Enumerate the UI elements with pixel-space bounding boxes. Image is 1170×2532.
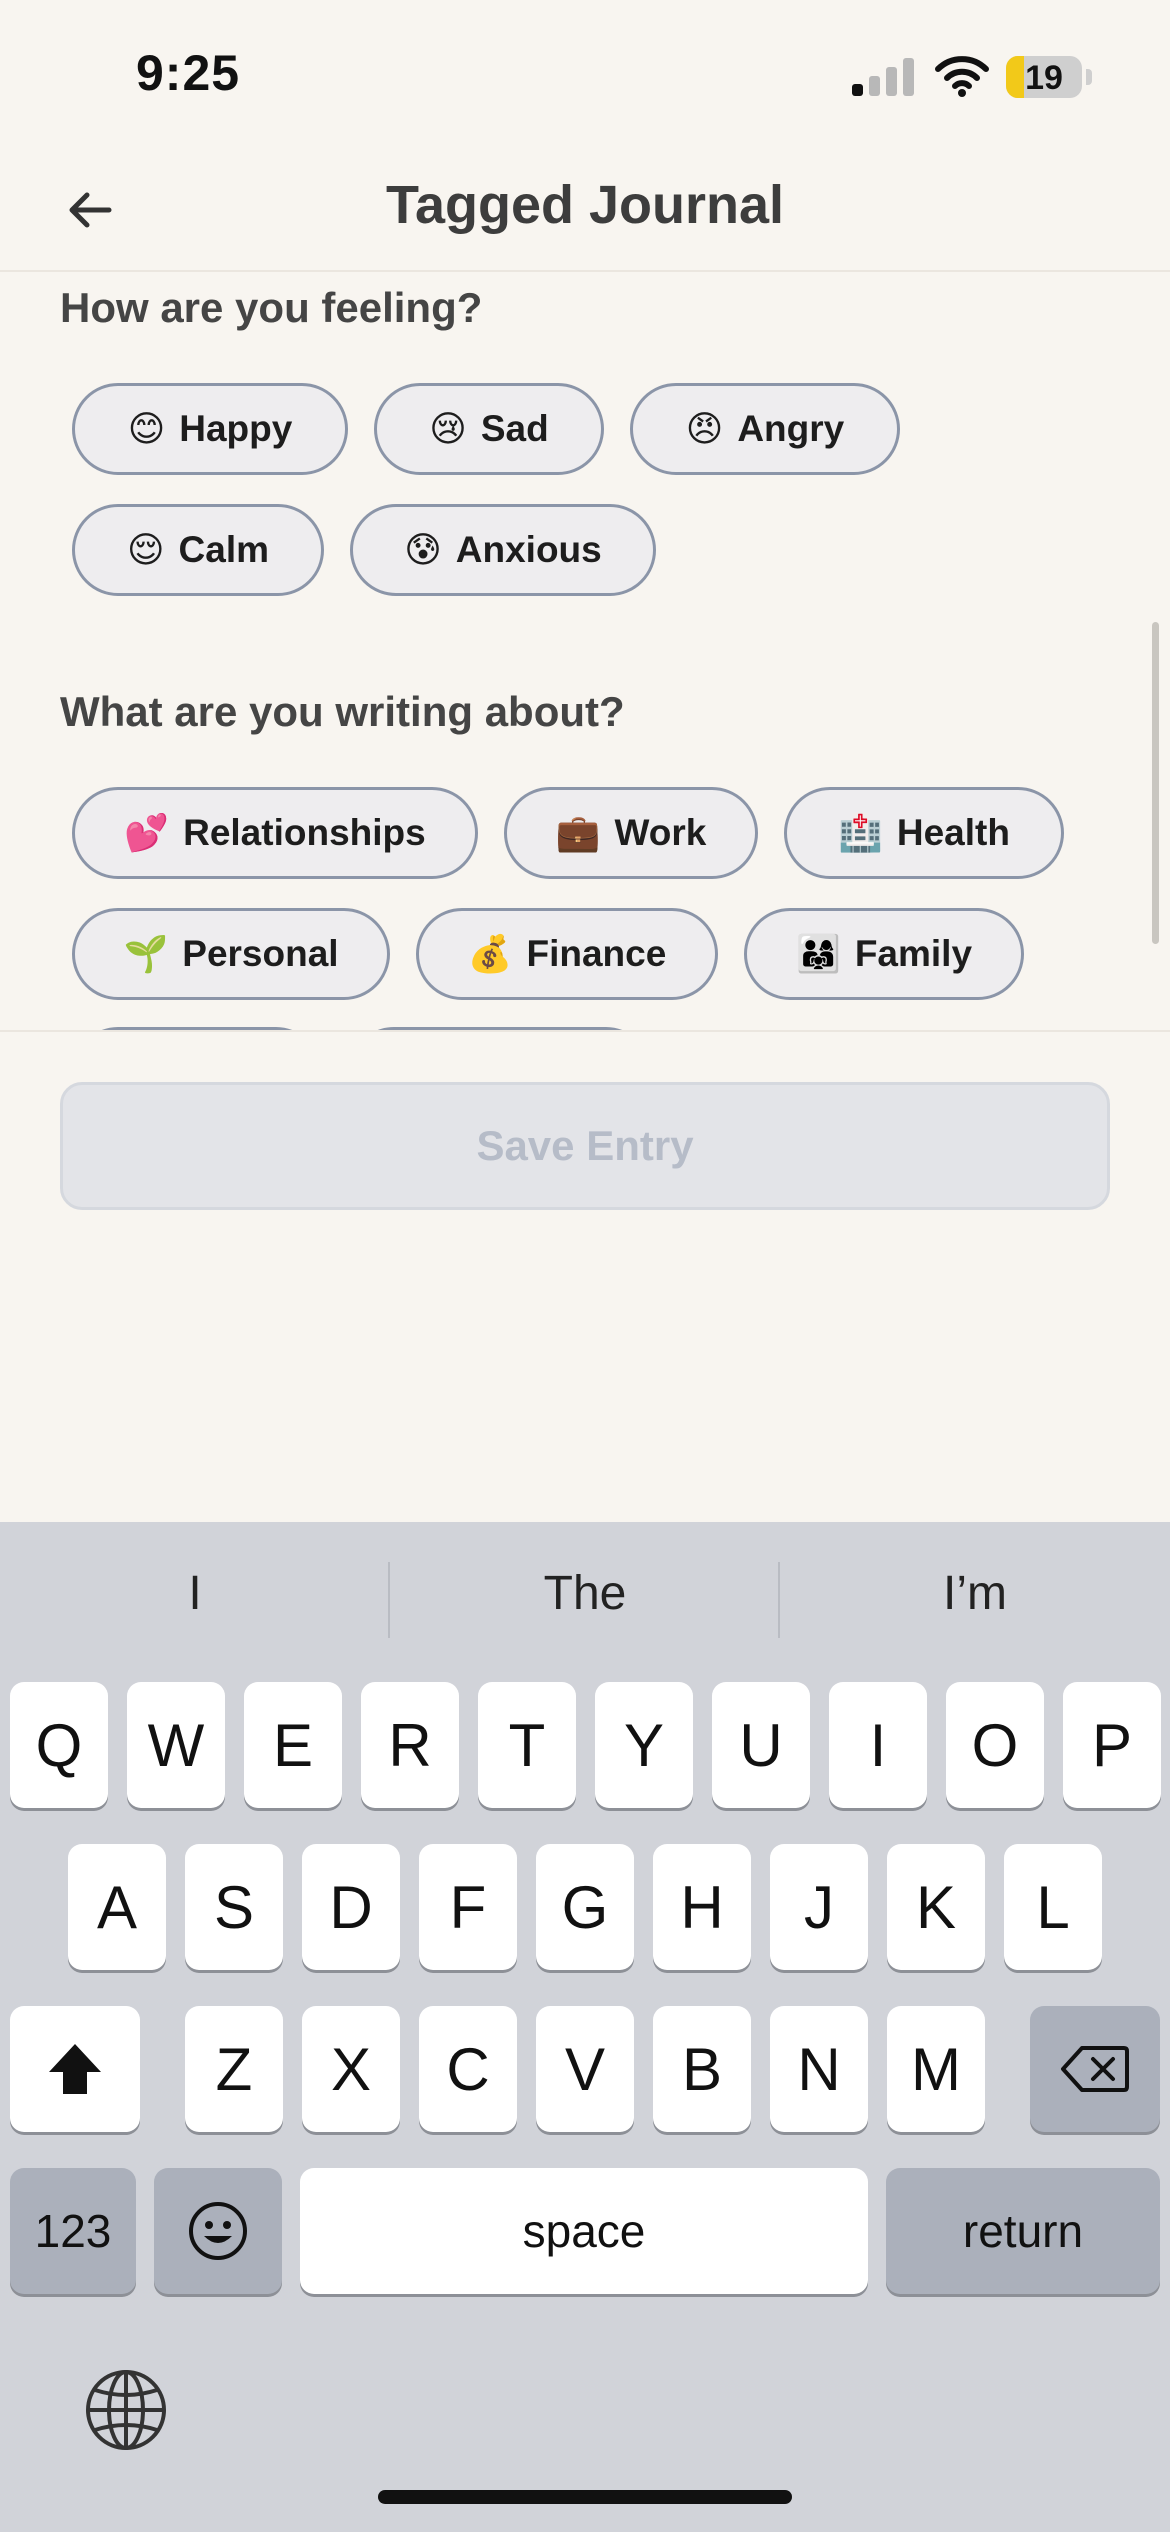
key-x[interactable]: X bbox=[302, 2006, 400, 2132]
shift-icon bbox=[49, 2044, 101, 2094]
chip-family[interactable]: 👨‍👩‍👧 Family bbox=[744, 908, 1024, 1000]
emoji-icon bbox=[189, 2202, 247, 2260]
chip-relationships[interactable]: 💕 Relationships bbox=[72, 787, 478, 879]
globe-icon bbox=[86, 2370, 166, 2450]
chip-anxious[interactable]: 😰 Anxious bbox=[350, 504, 656, 596]
family-emoji-icon: 👨‍👩‍👧 bbox=[795, 933, 841, 974]
return-key[interactable]: return bbox=[886, 2168, 1160, 2294]
sad-emoji-icon: 😢 bbox=[429, 408, 467, 449]
key-s[interactable]: S bbox=[185, 1844, 283, 1970]
chip-label: Calm bbox=[178, 529, 269, 570]
chip-label: Health bbox=[896, 812, 1010, 853]
chip-health[interactable]: 🏥 Health bbox=[784, 787, 1064, 879]
happy-emoji-icon: 😊 bbox=[127, 408, 166, 449]
emoji-key[interactable] bbox=[154, 2168, 282, 2294]
key-k[interactable]: K bbox=[887, 1844, 985, 1970]
cellular-signal-icon bbox=[852, 58, 914, 96]
key-m[interactable]: M bbox=[887, 2006, 985, 2132]
wifi-icon bbox=[934, 54, 990, 98]
suggestion-1[interactable]: I bbox=[0, 1566, 390, 1621]
chip-partially-hidden[interactable] bbox=[72, 1027, 322, 1030]
chip-angry[interactable]: 😠 Angry bbox=[630, 383, 900, 475]
save-entry-button[interactable]: Save Entry bbox=[60, 1082, 1110, 1210]
chip-label: Finance bbox=[526, 933, 667, 974]
topics-row-1: 💕 Relationships 💼 Work 🏥 Health bbox=[72, 787, 1064, 879]
feelings-row-1: 😊 Happy 😢 Sad 😠 Angry bbox=[72, 383, 900, 475]
key-w[interactable]: W bbox=[127, 1682, 225, 1808]
keyboard: I The I’m Q W E R T Y U I O P A S D F G … bbox=[0, 1522, 1170, 2532]
battery-icon: 19 bbox=[1006, 56, 1082, 98]
numbers-key[interactable]: 123 bbox=[10, 2168, 136, 2294]
chip-label: Anxious bbox=[455, 529, 602, 570]
key-f[interactable]: F bbox=[419, 1844, 517, 1970]
key-h[interactable]: H bbox=[653, 1844, 751, 1970]
suggestion-2[interactable]: The bbox=[390, 1566, 780, 1621]
key-t[interactable]: T bbox=[478, 1682, 576, 1808]
scrollbar[interactable] bbox=[1152, 622, 1159, 944]
key-c[interactable]: C bbox=[419, 2006, 517, 2132]
briefcase-emoji-icon: 💼 bbox=[555, 812, 601, 853]
feelings-row-2: 😌 Calm 😰 Anxious bbox=[72, 504, 656, 596]
topics-row-3-partial bbox=[72, 1027, 652, 1030]
key-z[interactable]: Z bbox=[185, 2006, 283, 2132]
backspace-icon bbox=[1061, 2046, 1129, 2092]
key-p[interactable]: P bbox=[1063, 1682, 1161, 1808]
globe-key[interactable] bbox=[84, 2368, 168, 2452]
key-n[interactable]: N bbox=[770, 2006, 868, 2132]
key-b[interactable]: B bbox=[653, 2006, 751, 2132]
key-o[interactable]: O bbox=[946, 1682, 1044, 1808]
key-u[interactable]: U bbox=[712, 1682, 810, 1808]
chip-happy[interactable]: 😊 Happy bbox=[72, 383, 348, 475]
chip-label: Relationships bbox=[183, 812, 426, 853]
status-time: 9:25 bbox=[136, 45, 241, 101]
key-y[interactable]: Y bbox=[595, 1682, 693, 1808]
battery-level: 19 bbox=[1025, 59, 1063, 97]
feelings-section-title: How are you feeling? bbox=[60, 284, 483, 331]
chip-personal[interactable]: 🌱 Personal bbox=[72, 908, 390, 1000]
chip-label: Angry bbox=[737, 408, 845, 449]
topics-row-2: 🌱 Personal 💰 Finance 👨‍👩‍👧 Family bbox=[72, 908, 1024, 1000]
suggestion-3[interactable]: I’m bbox=[780, 1566, 1170, 1621]
chip-label: Happy bbox=[179, 408, 293, 449]
predictive-text-bar: I The I’m bbox=[0, 1522, 1170, 1678]
anxious-emoji-icon: 😰 bbox=[404, 529, 442, 570]
chip-label: Family bbox=[854, 933, 973, 974]
shift-key[interactable] bbox=[10, 2006, 140, 2132]
key-v[interactable]: V bbox=[536, 2006, 634, 2132]
key-e[interactable]: E bbox=[244, 1682, 342, 1808]
money-bag-emoji-icon: 💰 bbox=[467, 933, 513, 974]
calm-emoji-icon: 😌 bbox=[126, 529, 165, 570]
chip-label: Work bbox=[614, 812, 707, 853]
chip-label: Personal bbox=[182, 933, 339, 974]
space-key[interactable]: space bbox=[300, 2168, 868, 2294]
chip-sad[interactable]: 😢 Sad bbox=[374, 383, 604, 475]
tag-selection-area[interactable]: How are you feeling? 😊 Happy 😢 Sad 😠 Ang… bbox=[0, 272, 1170, 1032]
hospital-emoji-icon: 🏥 bbox=[838, 812, 883, 853]
key-i[interactable]: I bbox=[829, 1682, 927, 1808]
page-title: Tagged Journal bbox=[385, 175, 785, 235]
chip-calm[interactable]: 😌 Calm bbox=[72, 504, 324, 596]
chip-partially-hidden[interactable] bbox=[348, 1027, 652, 1030]
key-g[interactable]: G bbox=[536, 1844, 634, 1970]
hearts-emoji-icon: 💕 bbox=[124, 812, 170, 853]
key-q[interactable]: Q bbox=[10, 1682, 108, 1808]
key-a[interactable]: A bbox=[68, 1844, 166, 1970]
header: Tagged Journal bbox=[0, 150, 1170, 272]
backspace-key[interactable] bbox=[1030, 2006, 1160, 2132]
key-l[interactable]: L bbox=[1004, 1844, 1102, 1970]
angry-emoji-icon: 😠 bbox=[685, 408, 724, 449]
seedling-emoji-icon: 🌱 bbox=[123, 933, 169, 974]
home-indicator[interactable] bbox=[378, 2490, 792, 2504]
chip-label: Sad bbox=[480, 408, 549, 449]
key-j[interactable]: J bbox=[770, 1844, 868, 1970]
topics-section-title: What are you writing about? bbox=[60, 688, 625, 735]
status-bar: 9:25 19 bbox=[0, 0, 1170, 150]
key-r[interactable]: R bbox=[361, 1682, 459, 1808]
chip-finance[interactable]: 💰 Finance bbox=[416, 908, 718, 1000]
key-d[interactable]: D bbox=[302, 1844, 400, 1970]
chip-work[interactable]: 💼 Work bbox=[504, 787, 758, 879]
